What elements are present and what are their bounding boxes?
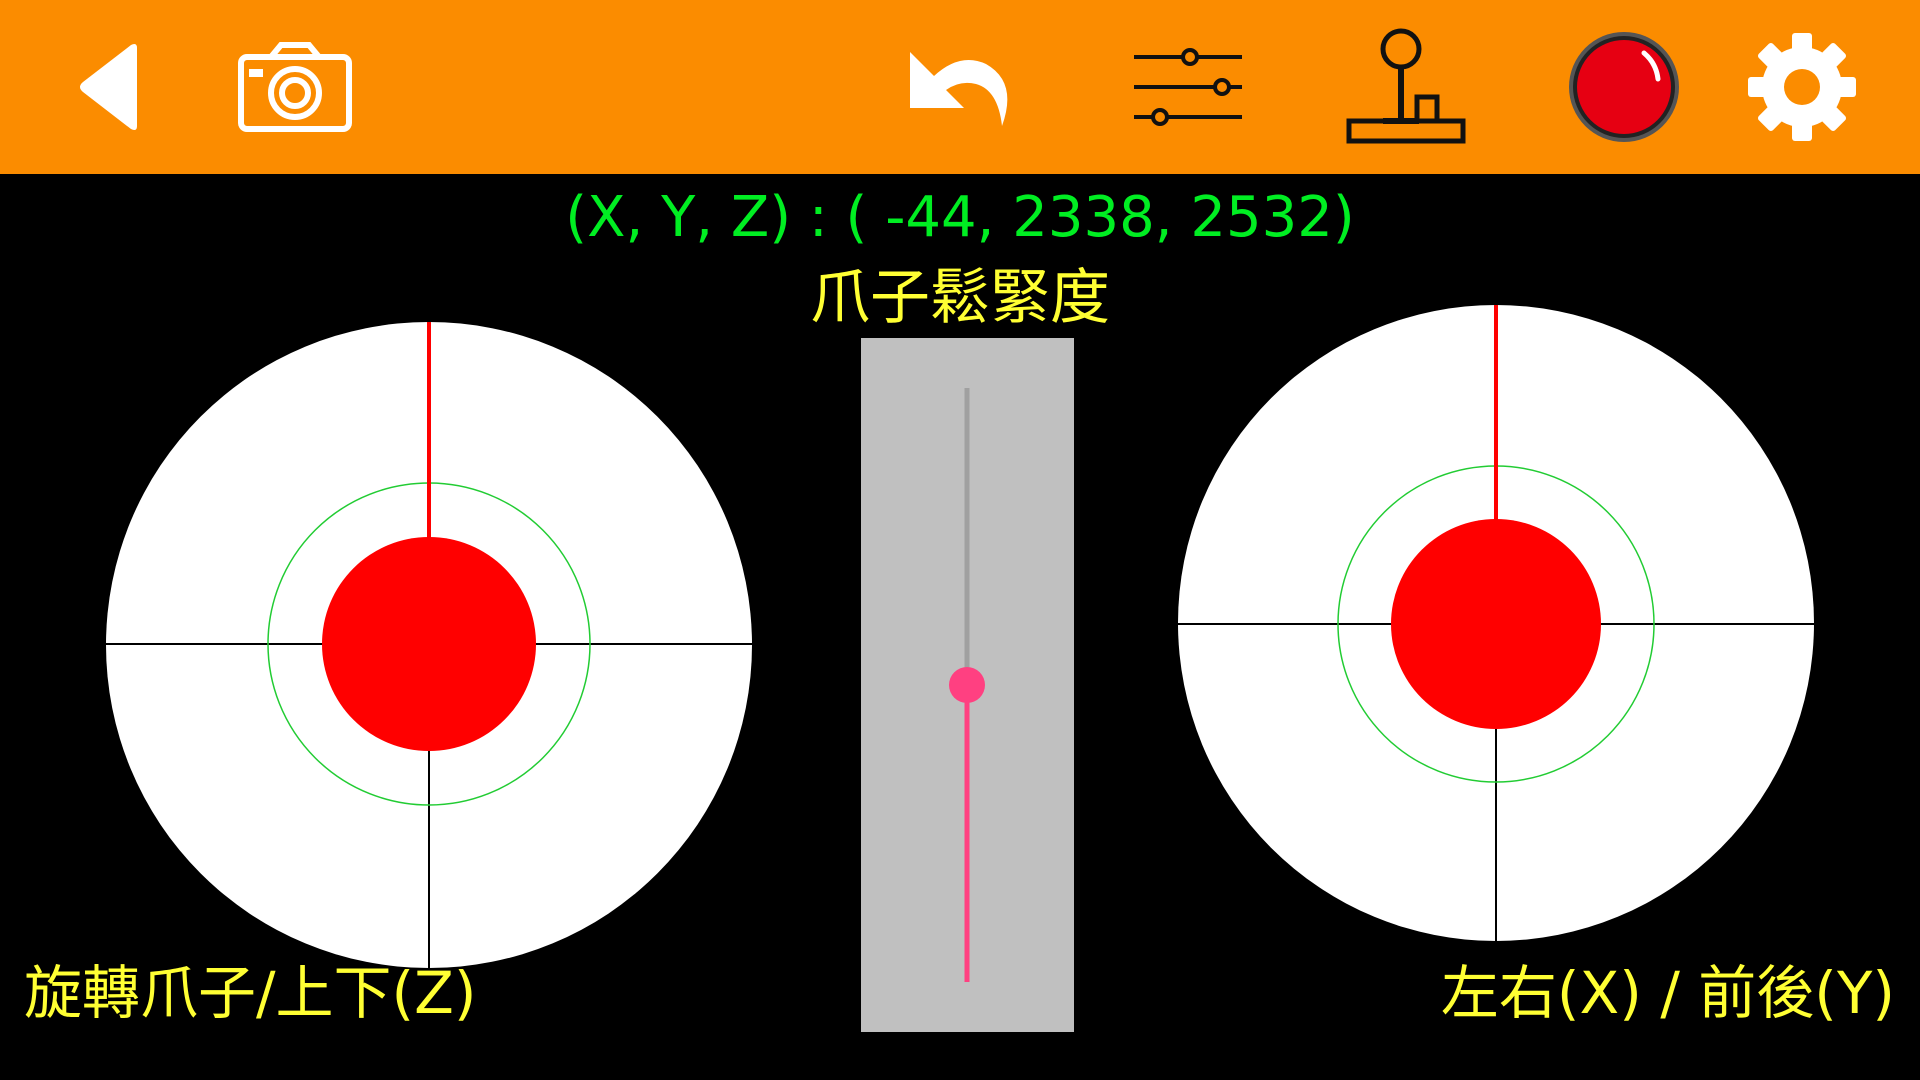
back-triangle-icon [80,44,137,130]
gripper-slider[interactable] [861,338,1074,1032]
top-toolbar [0,0,1920,174]
adjust-button[interactable] [1128,0,1248,174]
gear-icon [1748,33,1856,141]
camera-icon [238,42,352,132]
camera-button[interactable] [230,0,360,174]
right-joystick-label: 左右(X) / 前後(Y) [1440,959,1895,1027]
joystick-knob[interactable] [322,537,536,751]
joystick-mode-button[interactable] [1340,0,1470,174]
right-joystick[interactable] [1178,305,1814,941]
joystick-knob[interactable] [1391,519,1601,729]
left-joystick[interactable] [106,322,752,968]
record-button-icon [1569,32,1679,142]
record-button[interactable] [1564,0,1684,174]
slider-thumb[interactable] [949,667,985,703]
gripper-slider-panel [861,338,1074,1032]
undo-icon [910,52,1008,126]
joystick-icon [1346,28,1466,144]
back-button[interactable] [60,0,160,174]
undo-button[interactable] [895,0,1025,174]
left-joystick-label: 旋轉爪子/上下(Z) [24,959,477,1027]
xyz-coordinates-readout: (X, Y, Z) : ( -44, 2338, 2532) [565,185,1355,250]
settings-button[interactable] [1740,0,1864,174]
sliders-icon [1134,48,1242,126]
